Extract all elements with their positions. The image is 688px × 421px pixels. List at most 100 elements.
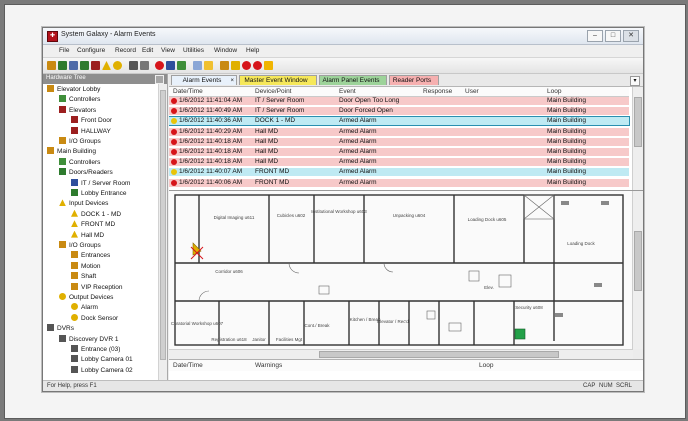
menu-configure[interactable]: Configure bbox=[77, 47, 105, 54]
tab-reader-ports[interactable]: Reader Ports bbox=[389, 75, 439, 85]
tree-node[interactable]: Lobby Camera 02 bbox=[71, 365, 133, 375]
tree-node[interactable]: HALLWAY bbox=[71, 126, 111, 136]
event-row[interactable]: 1/6/2012 11:40:18 AM Hall MD Armed Alarm Ma… bbox=[169, 137, 629, 146]
map-vertical-scrollbar[interactable] bbox=[632, 191, 643, 349]
lock-icon[interactable] bbox=[231, 61, 240, 70]
hardware-tree-icon[interactable] bbox=[47, 61, 56, 70]
door-icon[interactable] bbox=[514, 328, 526, 340]
tree-scrollbar[interactable] bbox=[158, 84, 167, 380]
tree-node[interactable]: Elevators bbox=[59, 105, 96, 115]
cardholder-icon[interactable] bbox=[69, 61, 78, 70]
tree-node[interactable]: Input Devices bbox=[59, 199, 108, 208]
room-label: Loading Dock bbox=[567, 241, 595, 246]
tree-node[interactable]: Shaft bbox=[71, 272, 96, 281]
menu-record[interactable]: Record bbox=[115, 47, 136, 54]
event-row[interactable]: 1/6/2012 11:40:49 AM IT / Server Room Door… bbox=[169, 107, 629, 116]
controllers-icon[interactable] bbox=[58, 61, 67, 70]
tree-node[interactable]: Entrances bbox=[71, 251, 110, 260]
column-event[interactable]: Event bbox=[339, 88, 356, 95]
menu-file[interactable]: File bbox=[59, 47, 69, 54]
events-icon[interactable] bbox=[177, 61, 186, 70]
tree-node[interactable]: Doors/Readers bbox=[59, 168, 113, 177]
tree-node[interactable]: I/O Groups bbox=[59, 241, 101, 250]
menu-utilities[interactable]: Utilities bbox=[183, 47, 204, 54]
minimize-button[interactable]: – bbox=[587, 30, 603, 42]
tree-node[interactable]: Controllers bbox=[59, 157, 100, 167]
tree-node[interactable]: Controllers bbox=[59, 95, 100, 104]
column-user[interactable]: User bbox=[465, 88, 479, 95]
menu-help[interactable]: Help bbox=[246, 47, 259, 54]
tree-node-label: Lobby Entrance bbox=[81, 190, 127, 197]
tab-alarm-events[interactable]: Alarm Events × bbox=[171, 75, 237, 85]
column-device[interactable]: Device/Point bbox=[255, 88, 292, 95]
event-row[interactable]: 1/6/2012 11:41:04 AM IT / Server Room Door… bbox=[169, 97, 629, 105]
tab-alarm-panel-events[interactable]: Alarm Panel Events bbox=[319, 75, 387, 85]
tree-node[interactable]: Dock Sensor bbox=[71, 313, 118, 323]
tree-node[interactable]: Entrance (03) bbox=[71, 345, 120, 354]
tree-node[interactable]: Lobby Entrance bbox=[71, 189, 127, 198]
tree-node[interactable]: DVRs bbox=[47, 324, 74, 333]
event-cell-device: Hall MD bbox=[255, 127, 279, 135]
camera-icon[interactable] bbox=[601, 201, 609, 205]
menu-view[interactable]: View bbox=[161, 47, 175, 54]
event-row[interactable]: 1/6/2012 11:40:18 AM Hall MD Armed Alarm Ma… bbox=[169, 148, 629, 156]
monitor-icon[interactable] bbox=[166, 61, 175, 70]
event-row[interactable]: 1/6/2012 11:40:18 AM Hall MD Armed Alarm Ma… bbox=[169, 158, 629, 167]
bulb-icon[interactable] bbox=[113, 61, 122, 70]
camera-icon[interactable] bbox=[561, 201, 569, 205]
alarm-icon[interactable] bbox=[155, 61, 164, 70]
camera-icon[interactable] bbox=[140, 61, 149, 70]
help-icon[interactable] bbox=[264, 61, 273, 70]
elevator-icon[interactable] bbox=[91, 61, 100, 70]
event-row[interactable]: 1/6/2012 11:40:36 AM DOCK 1 - MD Armed Ala… bbox=[169, 116, 630, 127]
dvr-icon[interactable] bbox=[129, 61, 138, 70]
tree-node[interactable]: VIP Reception bbox=[71, 282, 122, 292]
folder-icon[interactable] bbox=[204, 61, 213, 70]
close-button[interactable]: ✕ bbox=[623, 30, 639, 42]
chevron-down-icon[interactable]: ▾ bbox=[630, 76, 640, 86]
tree-node[interactable]: Motion bbox=[71, 261, 101, 271]
close-tab-icon[interactable]: × bbox=[230, 76, 234, 86]
motion-detector-icon[interactable] bbox=[190, 242, 204, 260]
tree-node[interactable]: I/O Groups bbox=[59, 137, 101, 146]
event-cell-loop: Main Building bbox=[547, 158, 587, 166]
camera-icon bbox=[71, 355, 78, 363]
event-row[interactable]: 1/6/2012 11:40:06 AM FRONT MD Armed Alarm M… bbox=[169, 178, 629, 187]
maximize-button[interactable]: □ bbox=[605, 30, 621, 42]
event-row[interactable]: 1/6/2012 11:40:07 AM FRONT MD Armed Alarm M… bbox=[169, 168, 629, 177]
column-loop[interactable]: Loop bbox=[479, 362, 493, 369]
tree-node[interactable]: Discovery DVR 1 bbox=[59, 334, 118, 344]
tree-node[interactable]: Hall MD bbox=[71, 230, 104, 240]
tree-node-label: Lobby Camera 01 bbox=[81, 356, 133, 364]
map-icon[interactable] bbox=[220, 61, 229, 70]
tab-master-event-window[interactable]: Master Event Window bbox=[239, 75, 317, 85]
floor-plan-map[interactable]: Digital Imaging u611 Cubicles u602 Insti… bbox=[169, 191, 643, 349]
warning-icon[interactable] bbox=[102, 61, 111, 70]
column-loop[interactable]: Loop bbox=[547, 88, 561, 95]
tree-node[interactable]: Alarm bbox=[71, 303, 98, 312]
tree-node[interactable]: Elevator Lobby bbox=[47, 85, 100, 94]
tree-node[interactable]: Front Door bbox=[71, 116, 112, 125]
column-datetime[interactable]: Date/Time bbox=[173, 88, 203, 95]
stop-icon[interactable] bbox=[242, 61, 251, 70]
column-warnings[interactable]: Warnings bbox=[255, 362, 282, 369]
tree-node[interactable]: Lobby Camera 01 bbox=[71, 355, 133, 364]
event-row[interactable]: 1/6/2012 11:40:29 AM Hall MD Armed Alarm Ma… bbox=[169, 127, 629, 136]
map-horizontal-scrollbar[interactable] bbox=[169, 349, 633, 359]
pin-icon[interactable] bbox=[155, 75, 164, 84]
tree-node[interactable]: Main Building bbox=[47, 147, 96, 156]
tree-node[interactable]: DOCK 1 - MD bbox=[71, 209, 121, 219]
tree-node[interactable]: FRONT MD bbox=[71, 220, 115, 229]
camera-icon[interactable] bbox=[555, 313, 563, 317]
record-icon[interactable] bbox=[253, 61, 262, 70]
tree-node[interactable]: IT / Server Room bbox=[71, 178, 130, 188]
menu-window[interactable]: Window bbox=[214, 47, 237, 54]
menu-edit[interactable]: Edit bbox=[142, 47, 153, 54]
events-scrollbar[interactable] bbox=[632, 87, 643, 190]
column-response[interactable]: Response bbox=[423, 88, 452, 95]
column-datetime[interactable]: Date/Time bbox=[173, 362, 203, 369]
report-icon[interactable] bbox=[193, 61, 202, 70]
reader-icon[interactable] bbox=[80, 61, 89, 70]
tree-node[interactable]: Output Devices bbox=[59, 293, 113, 302]
camera-icon[interactable] bbox=[594, 283, 602, 287]
